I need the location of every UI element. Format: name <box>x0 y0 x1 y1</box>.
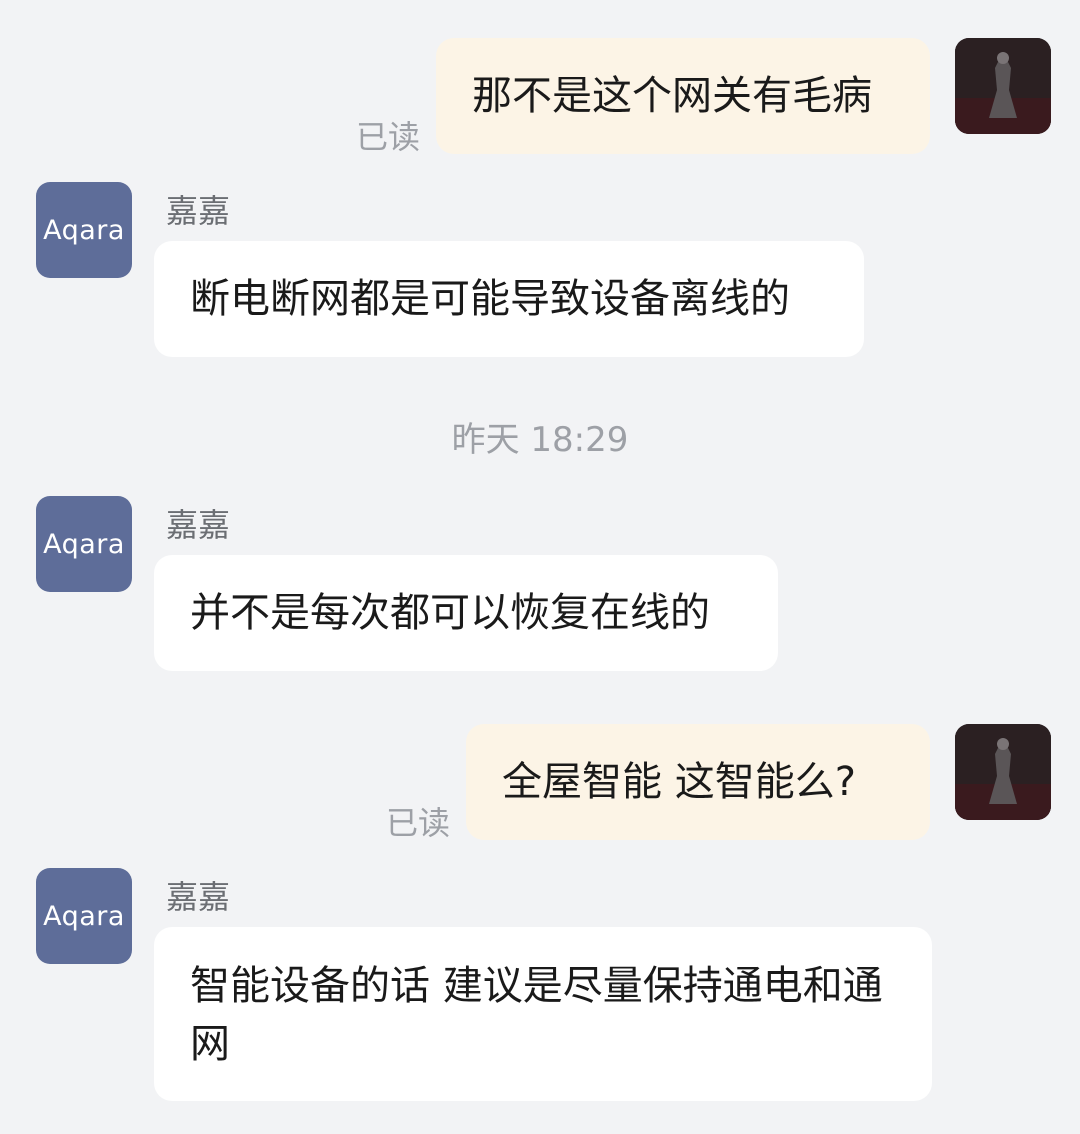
message-text: 全屋智能 这智能么? <box>502 759 856 805</box>
timestamp: 昨天 18:29 <box>451 420 629 460</box>
message-text: 断电断网都是可能导致设备离线的 <box>190 276 790 322</box>
aqara-avatar[interactable]: Aqara <box>36 182 132 278</box>
user-avatar-image <box>955 724 1051 820</box>
message-bubble-outgoing[interactable]: 那不是这个网关有毛病 <box>436 38 930 154</box>
sender-name: 嘉嘉 <box>166 506 231 544</box>
user-avatar[interactable] <box>955 38 1051 134</box>
message-text: 并不是每次都可以恢复在线的 <box>190 590 710 636</box>
message-text: 智能设备的话 建议是尽量保持通电和通网 <box>190 963 883 1067</box>
message-bubble-incoming[interactable]: 并不是每次都可以恢复在线的 <box>154 555 778 671</box>
user-avatar[interactable] <box>955 724 1051 820</box>
read-receipt: 已读 <box>356 118 421 156</box>
user-avatar-image <box>955 38 1051 134</box>
message-text: 那不是这个网关有毛病 <box>472 73 872 119</box>
message-bubble-outgoing[interactable]: 全屋智能 这智能么? <box>466 724 930 840</box>
read-receipt: 已读 <box>386 804 451 842</box>
sender-name: 嘉嘉 <box>166 878 231 916</box>
aqara-avatar[interactable]: Aqara <box>36 868 132 964</box>
sender-name: 嘉嘉 <box>166 192 231 230</box>
aqara-avatar[interactable]: Aqara <box>36 496 132 592</box>
message-bubble-incoming[interactable]: 断电断网都是可能导致设备离线的 <box>154 241 864 357</box>
message-bubble-incoming[interactable]: 智能设备的话 建议是尽量保持通电和通网 <box>154 927 932 1101</box>
